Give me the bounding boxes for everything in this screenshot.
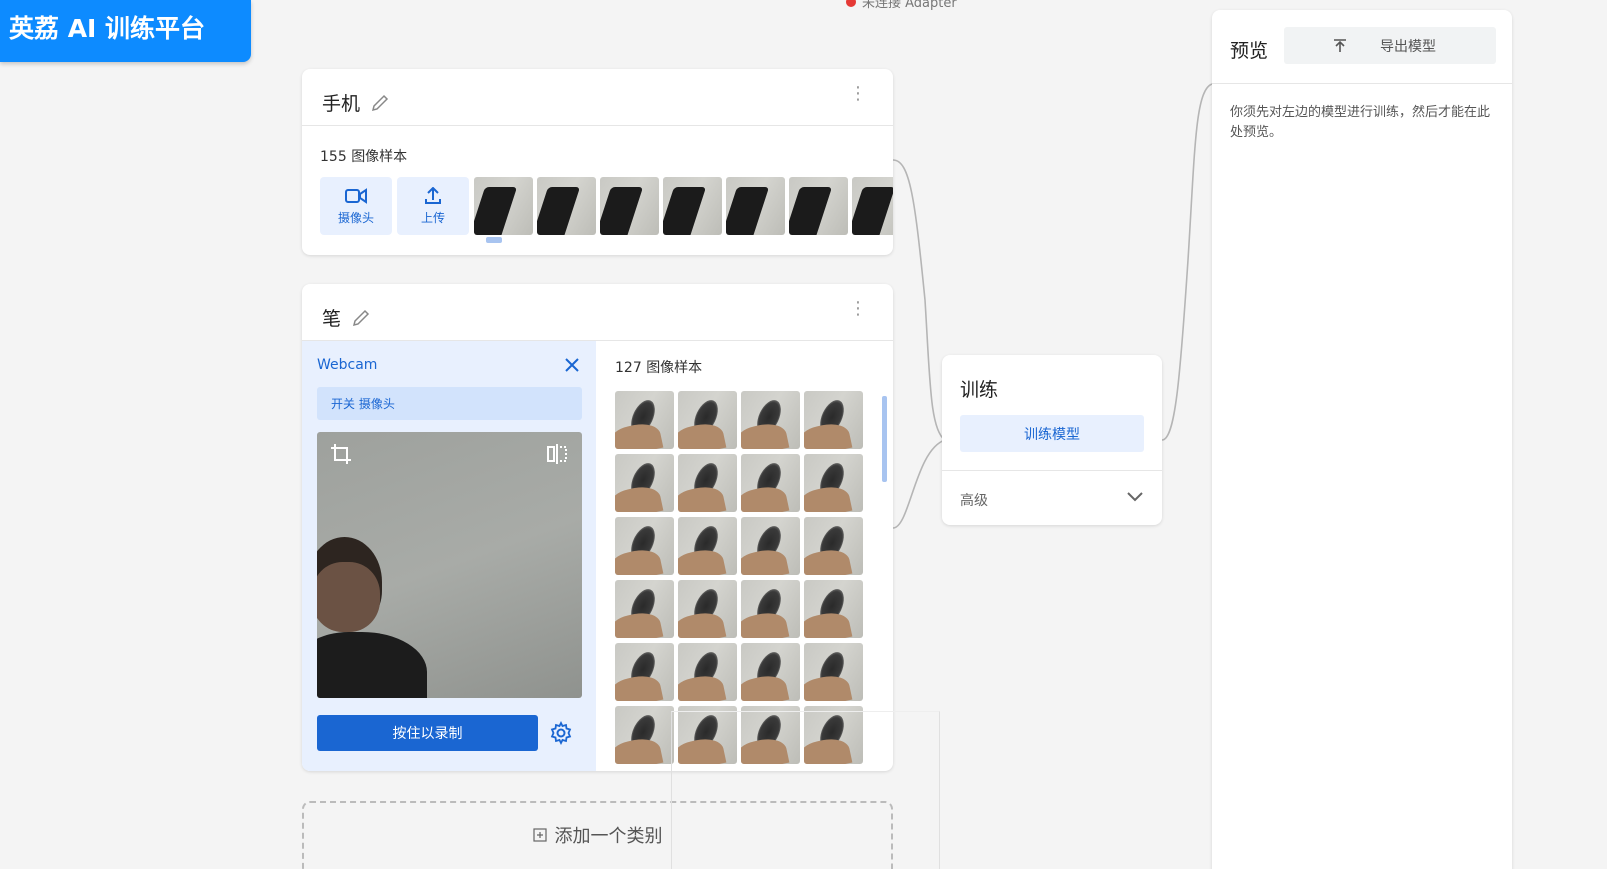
sample-thumbnail[interactable]: [804, 454, 863, 512]
training-title: 训练: [960, 379, 999, 401]
person-face: [317, 562, 380, 632]
advanced-toggle[interactable]: 高级: [942, 471, 1162, 525]
samples-count-label: 127 图像样本: [615, 357, 702, 377]
status-dot-icon: [846, 0, 856, 7]
sample-thumbnail[interactable]: [615, 706, 674, 764]
sample-thumbnail[interactable]: [804, 391, 863, 449]
sample-thumbnail[interactable]: [678, 517, 737, 575]
train-model-button[interactable]: 训练模型: [960, 415, 1144, 452]
sample-thumbnail[interactable]: [804, 580, 863, 638]
phone-thumbnail-strip[interactable]: [474, 177, 893, 235]
gear-icon[interactable]: [549, 721, 573, 745]
sample-thumbnail[interactable]: [804, 643, 863, 701]
webcam-preview: [317, 432, 582, 698]
samples-count: 127: [615, 360, 642, 376]
class-title-row: 手机: [322, 89, 390, 116]
sample-thumbnail[interactable]: [741, 391, 800, 449]
hold-to-record-button[interactable]: 按住以录制: [317, 715, 538, 751]
sample-thumbnail[interactable]: [615, 391, 674, 449]
sample-thumbnail[interactable]: [615, 580, 674, 638]
sample-thumbnail[interactable]: [615, 517, 674, 575]
sample-thumbnail[interactable]: [678, 454, 737, 512]
flip-icon[interactable]: [545, 442, 569, 466]
export-model-label: 导出模型: [1380, 38, 1436, 55]
sample-thumbnail[interactable]: [741, 580, 800, 638]
sample-thumbnail[interactable]: [663, 177, 722, 235]
class-name[interactable]: 笔: [322, 304, 341, 331]
video-camera-icon: [345, 187, 367, 204]
card-divider: [1212, 83, 1512, 84]
sample-thumbnail[interactable]: [741, 517, 800, 575]
card-divider: [302, 125, 893, 126]
sample-thumbnail[interactable]: [678, 580, 737, 638]
export-model-button[interactable]: 导出模型: [1284, 27, 1496, 64]
edit-pencil-icon[interactable]: [351, 308, 371, 328]
sample-thumbnail[interactable]: [741, 643, 800, 701]
sample-thumbnail[interactable]: [537, 177, 596, 235]
samples-count: 155: [320, 149, 347, 165]
samples-suffix: 图像样本: [351, 149, 408, 165]
sample-thumbnail[interactable]: [789, 177, 848, 235]
class-name[interactable]: 手机: [322, 89, 360, 116]
samples-suffix: 图像样本: [646, 360, 703, 376]
sample-thumbnail[interactable]: [852, 177, 893, 235]
upload-button[interactable]: 上传: [397, 177, 469, 235]
webcam-panel: Webcam 开关 摄像头 按住以录制: [302, 341, 596, 771]
preview-message: 你须先对左边的模型进行训练，然后才能在此处预览。: [1230, 105, 1491, 140]
toggle-webcam-button[interactable]: 开关 摄像头: [317, 387, 582, 420]
sample-thumbnail[interactable]: [726, 177, 785, 235]
add-class-label: 添加一个类别: [554, 826, 663, 847]
sample-thumbnail[interactable]: [615, 454, 674, 512]
samples-count-label: 155 图像样本: [320, 146, 407, 166]
webcam-title: Webcam: [317, 357, 378, 373]
horizontal-scrollbar[interactable]: [474, 237, 884, 243]
advanced-label: 高级: [960, 493, 988, 509]
scrollbar-thumb[interactable]: [486, 237, 502, 243]
upload-icon: [425, 186, 441, 204]
connection-status: 未连接 Adapter: [846, 0, 957, 11]
sample-thumbnail[interactable]: [741, 454, 800, 512]
export-arrow-icon: [1334, 38, 1346, 52]
preview-card: 预览 导出模型 你须先对左边的模型进行训练，然后才能在此处预览。: [1212, 10, 1512, 869]
add-box-icon: [532, 828, 547, 842]
edit-pencil-icon[interactable]: [370, 93, 390, 113]
more-options-icon[interactable]: ⋮: [849, 85, 867, 103]
sample-thumbnail[interactable]: [804, 517, 863, 575]
class-card-phone: 手机 ⋮ 155 图像样本 摄像头 上传: [302, 69, 893, 255]
app-title: 英荔 AI 训练平台: [9, 14, 206, 43]
vertical-scrollbar-thumb[interactable]: [882, 396, 887, 482]
close-icon[interactable]: [564, 357, 580, 373]
class-card-pen: 笔 ⋮ Webcam 开关 摄像头 按住以录制 127 图像样本: [302, 284, 893, 771]
class-title-row: 笔: [322, 304, 371, 331]
sample-thumbnail[interactable]: [678, 391, 737, 449]
training-card: 训练 训练模型 高级: [942, 355, 1162, 525]
more-options-icon[interactable]: ⋮: [849, 300, 867, 318]
sample-thumbnail[interactable]: [474, 177, 533, 235]
preview-title: 预览: [1230, 40, 1269, 62]
overlay-frame: [671, 711, 940, 869]
sample-thumbnail[interactable]: [615, 643, 674, 701]
status-text: 未连接 Adapter: [862, 0, 957, 11]
sample-thumbnail[interactable]: [600, 177, 659, 235]
app-logo: 英荔 AI 训练平台: [0, 0, 251, 62]
upload-button-label: 上传: [420, 210, 445, 225]
sample-thumbnail[interactable]: [678, 643, 737, 701]
person-body: [317, 632, 427, 698]
crop-icon[interactable]: [329, 442, 353, 466]
chevron-down-icon: [1127, 492, 1143, 502]
webcam-button-label: 摄像头: [337, 210, 374, 225]
webcam-button[interactable]: 摄像头: [320, 177, 392, 235]
